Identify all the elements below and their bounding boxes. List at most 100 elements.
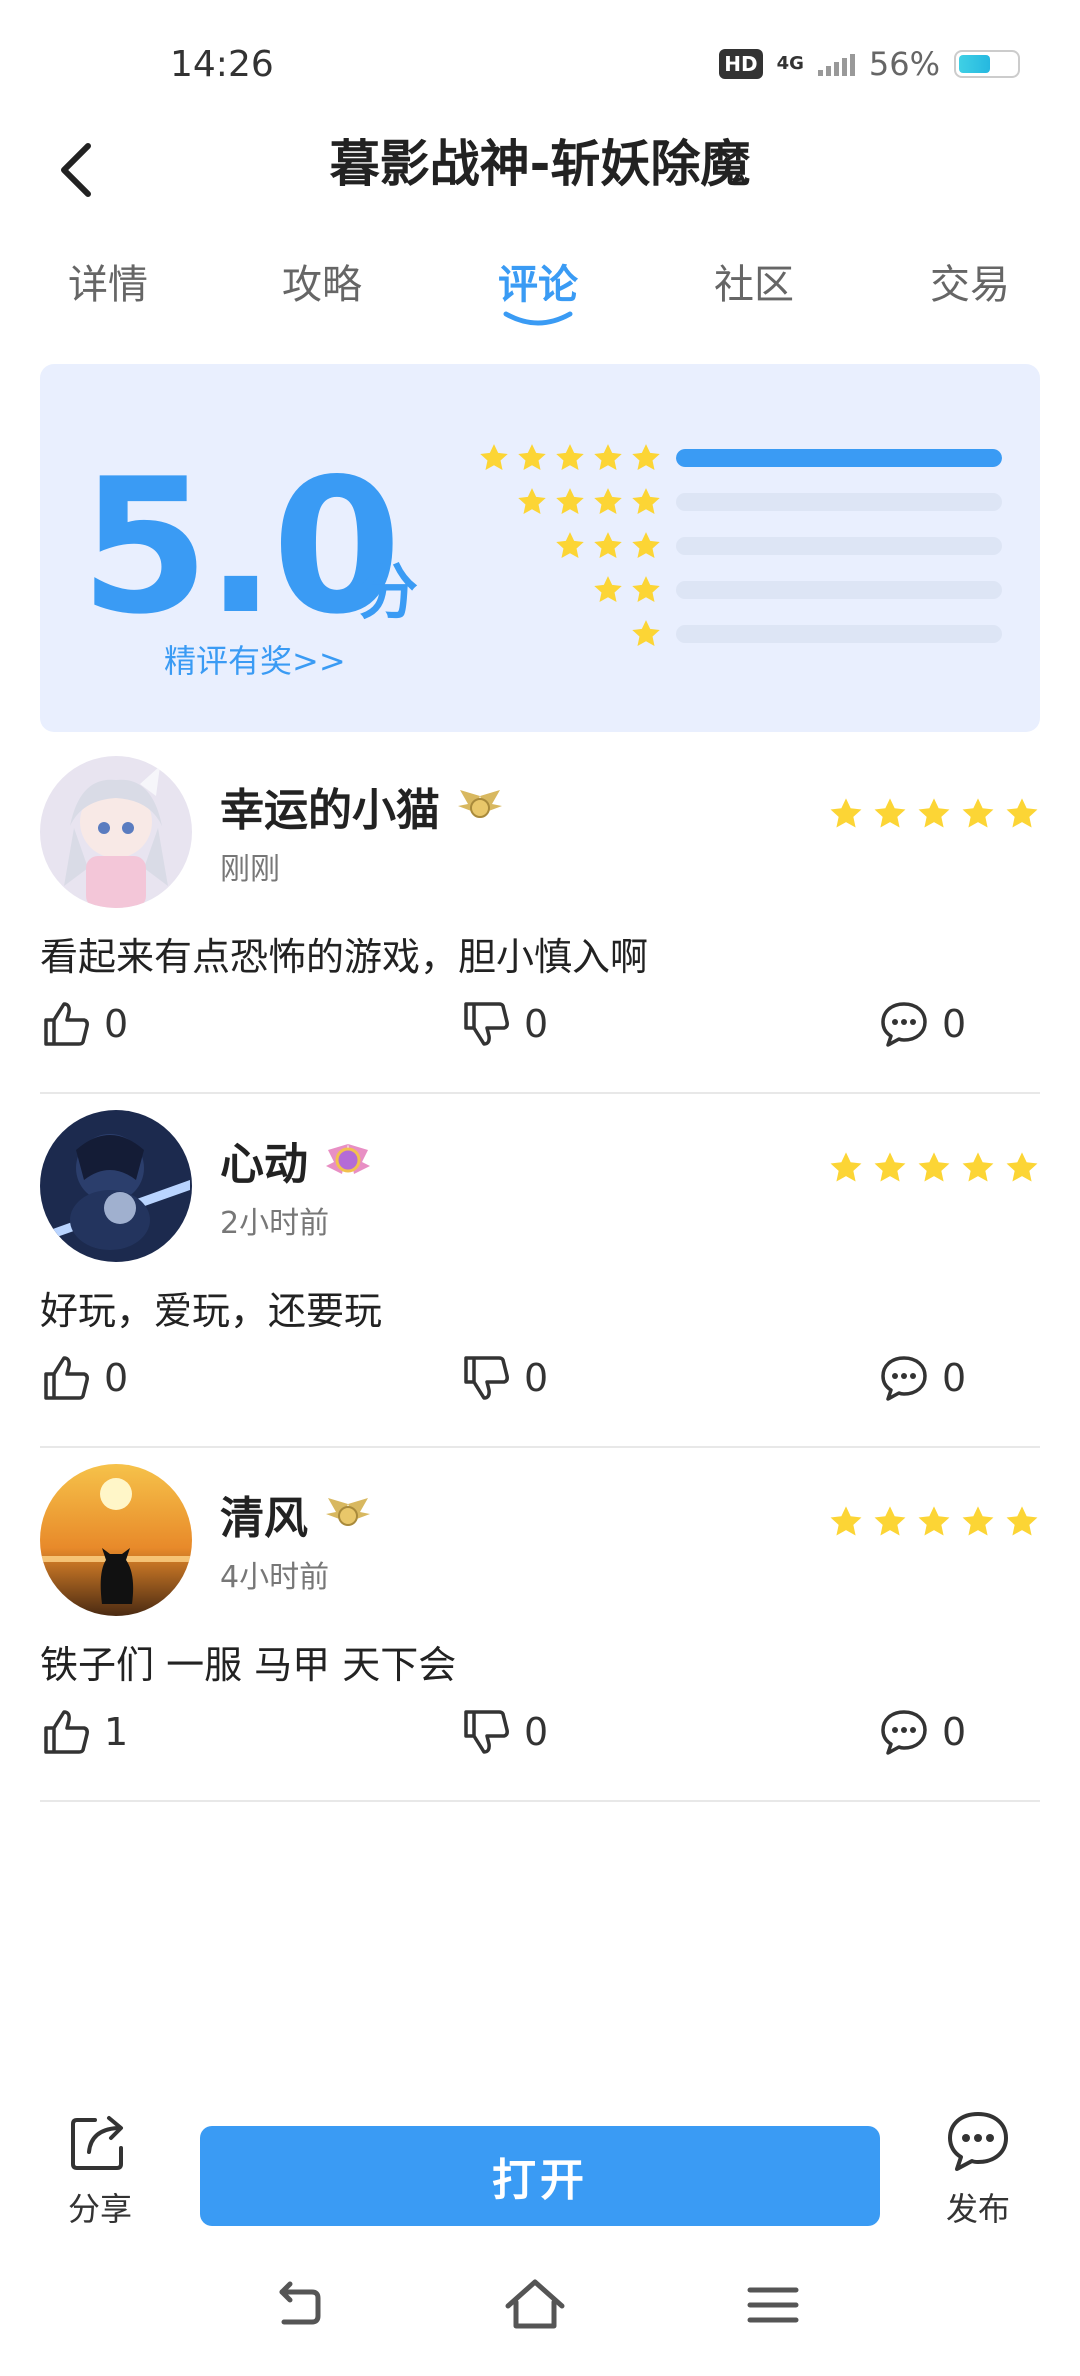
- share-icon: [71, 2116, 123, 2170]
- rating-bar: [676, 625, 1002, 643]
- share-button[interactable]: 分享: [60, 2106, 140, 2230]
- star-icon: [962, 1152, 994, 1182]
- status-time: 14:26: [170, 44, 274, 85]
- star-group: [452, 574, 662, 606]
- review-item: 心动 2小时前 好玩，爱玩，还要玩 0 0 0: [40, 1094, 1040, 1448]
- star-icon: [632, 532, 660, 558]
- tab-community[interactable]: 社区: [684, 252, 824, 310]
- rating-row-5-stars: [452, 436, 1002, 480]
- comment-button[interactable]: 0: [878, 1352, 966, 1404]
- nav-back-button[interactable]: [262, 2270, 332, 2340]
- tab-label: 攻略: [282, 262, 362, 308]
- dislike-button[interactable]: 0: [460, 1352, 548, 1404]
- like-button[interactable]: 0: [40, 998, 128, 1050]
- thumbs-up-icon: [44, 1356, 89, 1400]
- star-icon: [874, 798, 906, 828]
- tab-comments[interactable]: 评论: [468, 252, 608, 326]
- star-group: [452, 442, 662, 474]
- tab-active-indicator: [503, 311, 573, 326]
- review-text: 看起来有点恐怖的游戏，胆小慎入啊: [40, 935, 649, 979]
- comment-icon: [881, 1002, 927, 1047]
- star-icon: [556, 444, 584, 470]
- thumbs-up-icon: [44, 1710, 89, 1754]
- review-actions: 0 0 0: [40, 998, 1040, 1058]
- home-icon: [505, 2279, 565, 2329]
- dislike-count: 0: [524, 1356, 549, 1400]
- rating-row-1-star: [452, 612, 1002, 656]
- publish-label: 发布: [945, 2190, 1010, 2228]
- like-count: 0: [104, 1002, 129, 1046]
- dislike-button[interactable]: 0: [460, 1706, 548, 1758]
- review-star-rating: [828, 1504, 1040, 1540]
- star-icon: [518, 488, 546, 514]
- comment-count: 0: [942, 1002, 967, 1046]
- star-icon: [1006, 1152, 1038, 1182]
- username[interactable]: 心动: [220, 1128, 374, 1192]
- battery-icon: [954, 50, 1020, 78]
- review-time: 4小时前: [220, 1560, 330, 1595]
- avatar[interactable]: [40, 1464, 192, 1616]
- tab-details[interactable]: 详情: [38, 252, 178, 310]
- dislike-button[interactable]: 0: [460, 998, 548, 1050]
- like-button[interactable]: 1: [40, 1706, 128, 1758]
- rating-bar: [676, 449, 1002, 467]
- back-icon: [279, 2281, 321, 2325]
- header: 暮影战神-斩妖除魔: [0, 110, 1080, 240]
- anime-girl-avatar-icon: [40, 756, 192, 908]
- star-group: [452, 530, 662, 562]
- star-icon: [918, 798, 950, 828]
- rating-row-3-stars: [452, 524, 1002, 568]
- anime-swordsman-avatar-icon: [40, 1110, 192, 1262]
- username[interactable]: 清风: [220, 1482, 374, 1546]
- review-star-rating: [828, 1150, 1040, 1186]
- signal-icon: [817, 52, 855, 76]
- star-icon: [594, 488, 622, 514]
- nav-home-button[interactable]: [500, 2270, 570, 2340]
- review-star-rating: [828, 796, 1040, 832]
- star-icon: [556, 532, 584, 558]
- comment-icon: [881, 1710, 927, 1755]
- open-button[interactable]: 打开: [200, 2126, 880, 2226]
- avatar[interactable]: [40, 756, 192, 908]
- star-icon: [632, 576, 660, 602]
- comment-count: 0: [942, 1356, 967, 1400]
- comment-button[interactable]: 0: [878, 998, 966, 1050]
- star-icon: [874, 1506, 906, 1536]
- rating-row-2-stars: [452, 568, 1002, 612]
- dislike-count: 0: [524, 1002, 549, 1046]
- nav-menu-button[interactable]: [738, 2270, 808, 2340]
- star-icon: [830, 1152, 862, 1182]
- comment-button[interactable]: 0: [878, 1706, 966, 1758]
- star-icon: [632, 444, 660, 470]
- thumbs-down-icon: [464, 1002, 509, 1046]
- tab-label: 详情: [68, 262, 148, 308]
- tab-trade[interactable]: 交易: [900, 252, 1040, 310]
- like-count: 0: [104, 1356, 129, 1400]
- tab-guides[interactable]: 攻略: [252, 252, 392, 310]
- publish-button[interactable]: 发布: [938, 2106, 1018, 2230]
- avatar[interactable]: [40, 1110, 192, 1262]
- network-type: 4G: [776, 53, 804, 74]
- tab-label: 社区: [714, 262, 794, 308]
- gold-wings-badge-icon: [458, 790, 502, 818]
- review-item: 清风 4小时前 铁子们 一服 马甲 天下会 1 0 0: [40, 1448, 1040, 1802]
- star-group: [452, 618, 662, 650]
- menu-icon: [747, 2287, 799, 2323]
- review-text: 好玩，爱玩，还要玩: [40, 1289, 383, 1333]
- rating-bar: [676, 581, 1002, 599]
- star-icon: [518, 444, 546, 470]
- page-title: 暮影战神-斩妖除魔: [329, 135, 751, 193]
- username[interactable]: 幸运的小猫: [220, 774, 506, 838]
- rating-bar: [676, 537, 1002, 555]
- thumbs-down-icon: [464, 1356, 509, 1400]
- system-nav-bar: [0, 2270, 1080, 2350]
- review-item: 幸运的小猫 刚刚 看起来有点恐怖的游戏，胆小慎入啊 0 0 0: [40, 740, 1040, 1094]
- rating-bar: [676, 493, 1002, 511]
- bottom-action-bar: 分享 打开 发布: [0, 2100, 1080, 2240]
- star-icon: [594, 576, 622, 602]
- review-reward-link[interactable]: 精评有奖>>: [164, 636, 346, 682]
- like-button[interactable]: 0: [40, 1352, 128, 1404]
- tab-bar: 详情 攻略 评论 社区 交易: [0, 240, 1080, 340]
- rating-score: 5.0: [80, 438, 401, 655]
- share-label: 分享: [67, 2190, 132, 2228]
